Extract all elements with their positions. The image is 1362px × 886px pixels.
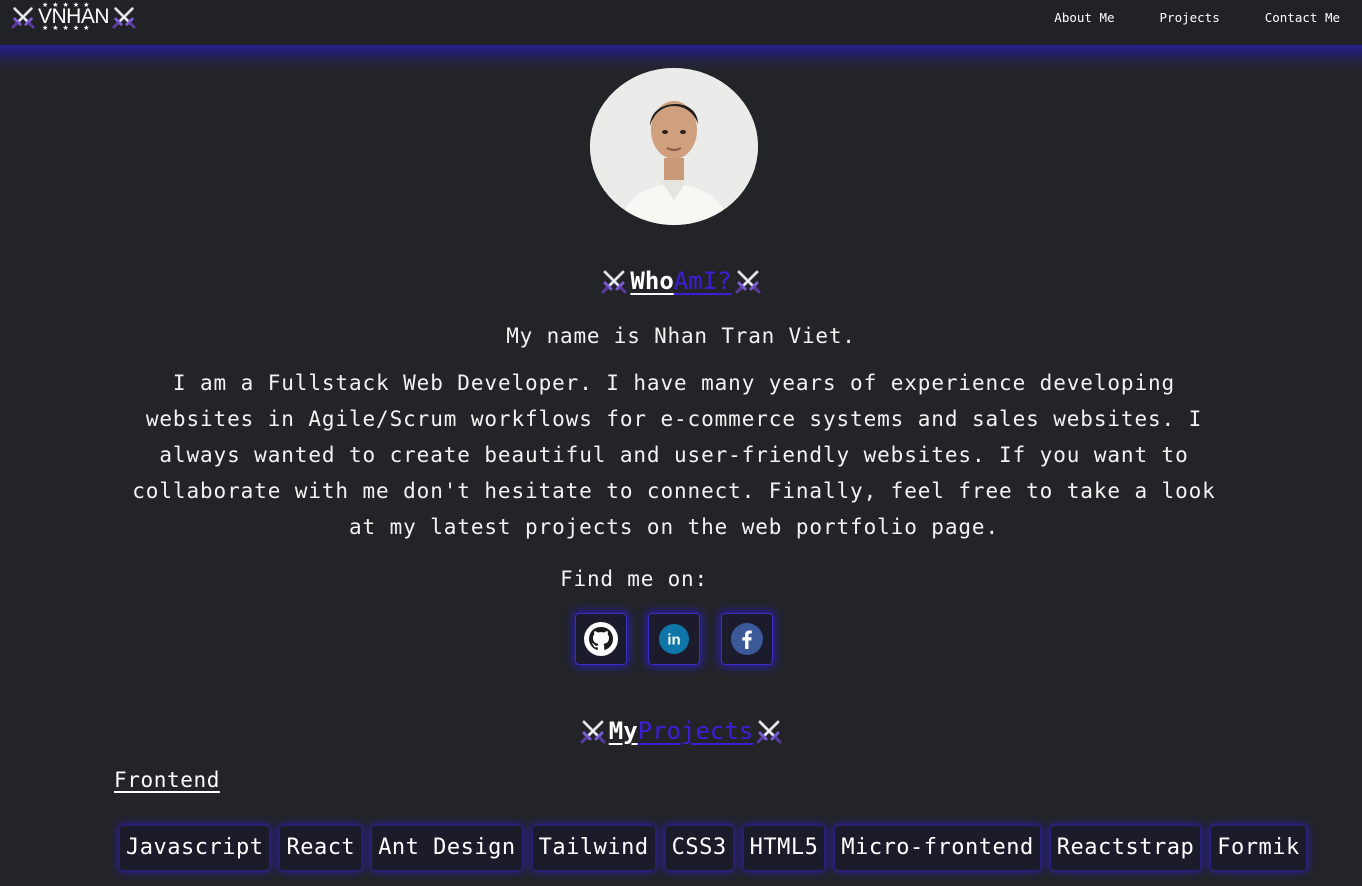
profile-avatar — [590, 68, 758, 225]
skill-tag: HTML5 — [743, 826, 825, 870]
nav-contact-me[interactable]: Contact Me — [1265, 9, 1340, 27]
github-link[interactable] — [575, 613, 627, 665]
linkedin-link[interactable]: in — [648, 613, 700, 665]
projects-heading-my: My — [608, 717, 638, 745]
profile-photo — [590, 68, 758, 225]
skill-tag: Formik — [1211, 826, 1306, 870]
main-nav: About Me Projects Contact Me — [1009, 9, 1340, 27]
linkedin-icon: in — [659, 624, 689, 654]
facebook-icon — [731, 623, 763, 655]
logo-stars-top: ★★★★★ — [42, 1, 94, 9]
projects-heading-projects: Projects — [637, 717, 754, 745]
logo-wordmark: ★★★★★ VNHAN ★★★★★ — [38, 1, 110, 32]
projects-heading: My Projects — [0, 715, 1362, 747]
top-navbar: ★★★★★ VNHAN ★★★★★ About Me Projects Cont… — [0, 0, 1362, 45]
nav-projects[interactable]: Projects — [1160, 9, 1220, 27]
skill-tag: React — [280, 826, 362, 870]
crossed-swords-icon — [734, 267, 762, 295]
about-heading-ami: AmI? — [673, 267, 732, 295]
crossed-swords-icon — [10, 4, 36, 30]
skill-tag: Javascript — [120, 826, 270, 870]
find-me-label: Find me on: — [560, 567, 708, 591]
github-icon — [584, 622, 618, 656]
skill-tag: Reactstrap — [1050, 826, 1201, 870]
frontend-skill-tags: Javascript React Ant Design Tailwind CSS… — [120, 826, 1317, 870]
frontend-section-label: Frontend — [114, 768, 220, 792]
crossed-swords-icon — [755, 717, 783, 745]
crossed-swords-icon — [111, 4, 137, 30]
site-logo[interactable]: ★★★★★ VNHAN ★★★★★ — [10, 2, 137, 32]
about-heading-who: Who — [630, 267, 674, 295]
header-glow-divider — [0, 45, 1362, 71]
about-heading: Who AmI? — [0, 265, 1362, 297]
skill-tag: Tailwind — [532, 826, 655, 870]
skill-tag: CSS3 — [665, 826, 733, 870]
bio-paragraph: I am a Fullstack Web Developer. I have m… — [132, 371, 1216, 539]
logo-stars-bottom: ★★★★★ — [42, 24, 94, 32]
crossed-swords-icon — [579, 717, 607, 745]
facebook-link[interactable] — [721, 613, 773, 665]
intro-text: My name is Nhan Tran Viet. — [506, 324, 856, 348]
skill-tag: Micro-frontend — [835, 826, 1040, 870]
nav-about-me[interactable]: About Me — [1054, 9, 1114, 27]
skill-tag: Ant Design — [372, 826, 522, 870]
crossed-swords-icon — [600, 267, 628, 295]
svg-text:in: in — [667, 632, 680, 649]
